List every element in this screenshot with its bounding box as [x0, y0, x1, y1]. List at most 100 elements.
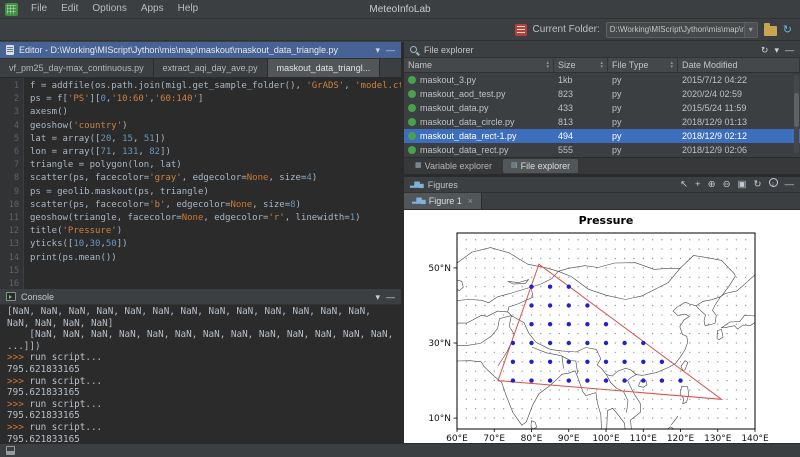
sort-icons: ▲▼ [600, 61, 604, 69]
figure-tab[interactable]: ▂▆▄ Figure 1 × [404, 193, 482, 209]
console-panel-header[interactable]: Console ▾ — [0, 289, 401, 305]
file-explorer-panel-header[interactable]: File explorer ↻ ▾ — [404, 42, 800, 58]
console-line: >>> run script... [7, 422, 401, 434]
console-minimize-icon[interactable]: — [386, 290, 395, 304]
code-line: triangle = polygon(lon, lat) [30, 159, 401, 172]
console-line: >>> run script... [7, 352, 401, 364]
menu-help[interactable]: Help [171, 0, 206, 18]
py-file-icon [408, 132, 416, 140]
file-explorer-minimize-icon[interactable]: — [785, 43, 794, 57]
editor-tab-bar: vf_pm25_day-max_continuous.pyextract_aqi… [0, 59, 401, 78]
browse-folder-icon[interactable] [764, 26, 777, 36]
file-table-scrollbar[interactable] [794, 75, 799, 153]
svg-text:10°N: 10°N [428, 414, 451, 424]
svg-text:110°E: 110°E [630, 434, 658, 443]
svg-text:80°E: 80°E [521, 434, 543, 443]
line-number-gutter: 12345678910111213141516 [0, 78, 24, 289]
console-line: [NaN, NaN, NaN, NaN, NaN, NaN, NaN, NaN,… [7, 306, 401, 318]
rotate-icon[interactable]: ↻ [754, 178, 762, 192]
console-line: 795.621833165 [7, 364, 401, 376]
py-file-icon [408, 104, 416, 112]
toolbar: Current Folder: D:\Working\MIScript\Jyth… [0, 19, 800, 41]
py-file-icon [408, 118, 416, 126]
figures-title: Figures [428, 180, 458, 190]
column-header-size[interactable]: Size▲▼ [554, 58, 608, 72]
figures-panel-header[interactable]: ▂▆▄ Figures ↖ + ⊕ ⊖ ▣ ↻ — [404, 177, 800, 193]
current-folder-combobox[interactable]: D:\Working\MIScript\Jython\mis\map\masko… [606, 22, 758, 38]
editor-tab[interactable]: maskout_data_triangl... [268, 59, 381, 77]
identify-icon[interactable] [769, 178, 778, 187]
editor-panel-header[interactable]: Editor - D:\Working\MIScript\Jython\mis\… [0, 42, 401, 59]
editor-minimize-icon[interactable]: — [386, 43, 395, 57]
select-arrow-icon[interactable]: ↖ [680, 178, 688, 192]
svg-text:90°E: 90°E [558, 434, 580, 443]
open-book-icon[interactable] [515, 24, 527, 36]
figure-tab-label: Figure 1 [429, 196, 462, 206]
full-extent-icon[interactable]: ▣ [738, 178, 747, 192]
console-line: ...]]) [7, 341, 401, 353]
column-header-date-modified[interactable]: Date Modified [678, 58, 800, 72]
console-line: 795.621833165 [7, 410, 401, 422]
editor-menu-icon[interactable]: ▾ [375, 43, 380, 57]
code-line: scatter(ps, facecolor='b', edgecolor=Non… [30, 199, 401, 212]
code-line: ps = f['PS'][0,'10:60','60:140'] [30, 93, 401, 106]
console-line: 795.621833165 [7, 434, 401, 443]
toolwindow-toggle-icon[interactable] [6, 446, 15, 455]
file-row[interactable]: maskout_3.py1kbpy2015/7/12 04:22 [404, 73, 800, 87]
file-explorer-refresh-icon[interactable]: ↻ [761, 43, 769, 57]
pan-icon[interactable]: + [695, 178, 701, 192]
file-row[interactable]: maskout_aod_test.py823py2020/2/4 02:59 [404, 87, 800, 101]
refresh-folder-icon[interactable]: ↻ [783, 24, 792, 36]
code-lines[interactable]: f = addfile(os.path.join(migl.get_sample… [24, 78, 401, 289]
current-folder-label: Current Folder: [533, 24, 600, 35]
menu-options[interactable]: Options [85, 0, 133, 18]
main-area: Editor - D:\Working\MIScript\Jython\mis\… [0, 42, 800, 443]
editor-panel-title: Editor - D:\Working\MIScript\Jython\mis\… [19, 45, 338, 55]
combo-dropdown-icon[interactable]: ▾ [744, 23, 757, 37]
console-line: >>> run script... [7, 376, 401, 388]
svg-text:100°E: 100°E [592, 434, 620, 443]
code-line: geoshow(triangle, facecolor=None, edgeco… [30, 212, 401, 225]
code-line: axesm() [30, 106, 401, 119]
tab-variable-explorer[interactable]: ▦Variable explorer [407, 159, 500, 173]
figure-tab-close-icon[interactable]: × [468, 196, 473, 206]
plot-title: Pressure [579, 214, 634, 227]
file-row[interactable]: maskout_data_circle.py813py2018/12/9 01:… [404, 115, 800, 129]
figure-tab-icon: ▂▆▄ [412, 196, 425, 206]
zoom-in-icon[interactable]: ⊕ [708, 178, 716, 192]
console-menu-icon[interactable]: ▾ [375, 290, 380, 304]
menu-apps[interactable]: Apps [134, 0, 171, 18]
code-line [30, 278, 401, 289]
file-explorer-menu-icon[interactable]: ▾ [774, 43, 779, 57]
svg-text:30°N: 30°N [428, 339, 451, 349]
code-line: yticks([10,30,50]) [30, 238, 401, 251]
map-layer [456, 239, 755, 429]
file-row[interactable]: maskout_data_rect.py555py2018/12/9 02:06 [404, 143, 800, 157]
menu-file[interactable]: File [24, 0, 54, 18]
console-line: [NaN, NaN, NaN, NaN, NaN, NaN, NaN, NaN,… [7, 329, 401, 341]
menu-items: FileEditOptionsAppsHelp [24, 0, 205, 18]
current-folder-value: D:\Working\MIScript\Jython\mis\map\masko… [607, 25, 744, 34]
zoom-out-icon[interactable]: ⊖ [723, 178, 731, 192]
file-row[interactable]: maskout_data.py433py2015/5/24 11:59 [404, 101, 800, 115]
editor-tab[interactable]: extract_aqi_day_ave.py [154, 59, 268, 77]
menu-edit[interactable]: Edit [54, 0, 85, 18]
figure-tab-bar: ▂▆▄ Figure 1 × [404, 193, 800, 210]
py-file-icon [408, 90, 416, 98]
py-file-icon [408, 76, 416, 84]
code-line: f = addfile(os.path.join(migl.get_sample… [30, 80, 401, 93]
figure-canvas[interactable]: 60°E70°E80°E90°E100°E110°E120°E130°E140°… [404, 210, 800, 443]
console-line: 795.621833165 [7, 387, 401, 399]
console-panel-title: Console [21, 292, 54, 302]
code-editor[interactable]: 12345678910111213141516 f = addfile(os.p… [0, 78, 401, 289]
file-row[interactable]: maskout_data_rect-1.py494py2018/12/9 02:… [404, 129, 800, 143]
tab-file-explorer[interactable]: ▤File explorer [503, 159, 578, 173]
figures-minimize-icon[interactable]: — [785, 178, 795, 192]
console-output[interactable]: [NaN, NaN, NaN, NaN, NaN, NaN, NaN, NaN,… [0, 305, 401, 443]
editor-tab[interactable]: vf_pm25_day-max_continuous.py [0, 59, 154, 77]
sort-icons: ▲▼ [546, 61, 550, 69]
sort-icons: ▲▼ [670, 61, 674, 69]
figure-plot[interactable]: 60°E70°E80°E90°E100°E110°E120°E130°E140°… [404, 210, 800, 443]
column-header-name[interactable]: Name▲▼ [404, 58, 554, 72]
column-header-file-type[interactable]: File Type▲▼ [608, 58, 678, 72]
